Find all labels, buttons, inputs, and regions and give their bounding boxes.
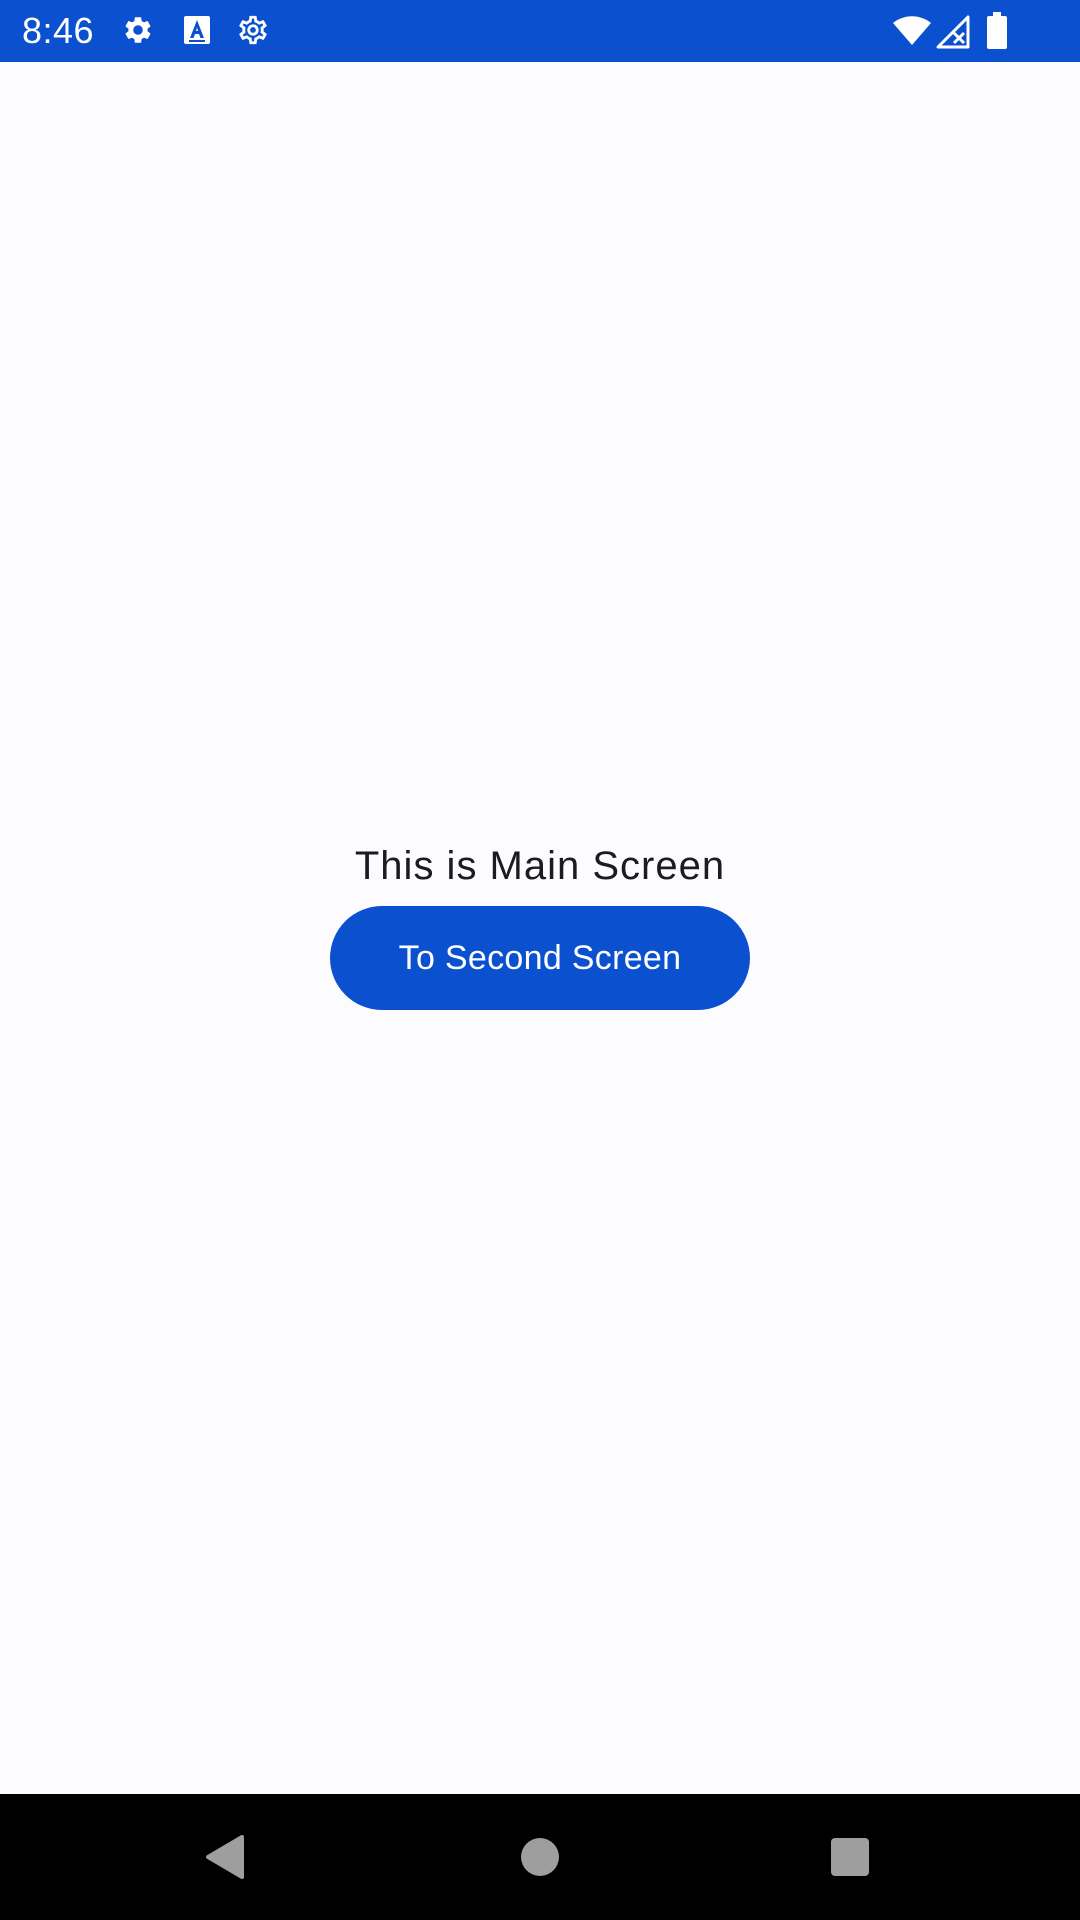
- battery-icon: [986, 12, 1008, 50]
- wifi-icon: [892, 15, 932, 47]
- main-screen-title: This is Main Screen: [354, 844, 726, 888]
- back-button[interactable]: [166, 1794, 286, 1920]
- system-navigation-bar: [0, 1794, 1080, 1920]
- signal-icon: [936, 15, 970, 49]
- home-button[interactable]: [480, 1794, 600, 1920]
- status-bar: 8:46: [0, 0, 1080, 62]
- settings-outline-icon: [236, 13, 270, 47]
- recents-icon: [831, 1838, 869, 1876]
- home-icon: [521, 1838, 559, 1876]
- main-screen: 8:46 This is Main Screen To Second Scree…: [0, 0, 1080, 1920]
- back-icon: [206, 1835, 244, 1879]
- main-content: This is Main Screen To Second Screen: [0, 62, 1080, 1794]
- recents-button[interactable]: [790, 1794, 910, 1920]
- status-time: 8:46: [22, 10, 95, 51]
- to-second-screen-button[interactable]: To Second Screen: [330, 906, 750, 1010]
- settings-gear-icon: [122, 14, 154, 46]
- a-notification-icon: [183, 15, 211, 45]
